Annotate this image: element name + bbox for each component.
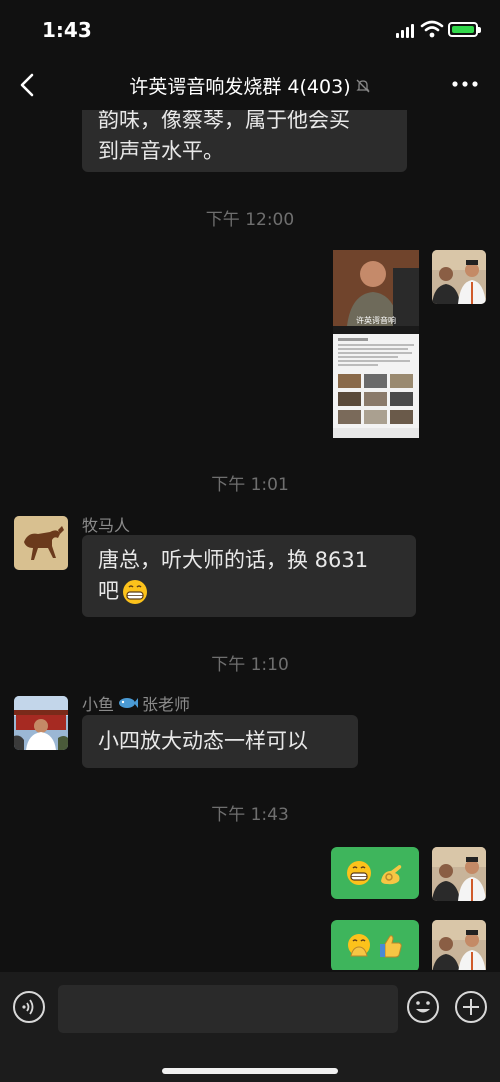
own-avatar[interactable] xyxy=(432,847,486,901)
mute-bell-icon xyxy=(356,79,370,92)
sender-avatar[interactable] xyxy=(14,516,68,570)
sender-name-part: 张老师 xyxy=(142,695,191,714)
hand-over-mouth-emoji-icon xyxy=(348,934,370,957)
own-message-bubble[interactable] xyxy=(331,920,419,970)
add-attachment-icon[interactable] xyxy=(454,990,488,1024)
own-avatar[interactable] xyxy=(432,920,486,970)
message-text-line: 韵味，像蔡琴，属于他会买 xyxy=(98,110,350,132)
message-bubble[interactable]: 唐总，听大师的话，换 8631 吧 xyxy=(82,535,416,617)
message-bubble[interactable]: 小四放大动态一样可以 xyxy=(82,715,358,768)
thumbs-up-emoji-icon xyxy=(380,935,402,958)
battery-icon xyxy=(448,22,481,37)
grinning-emoji-icon xyxy=(123,579,147,604)
status-time: 1:43 xyxy=(42,18,92,42)
chat-title: 许英谔音响发烧群 4(403) xyxy=(0,72,500,99)
image-card-label: 许英谔音响 xyxy=(356,316,396,325)
home-indicator[interactable] xyxy=(162,1068,338,1074)
sender-avatar[interactable] xyxy=(14,696,68,750)
message-input[interactable] xyxy=(58,985,398,1033)
wifi-icon xyxy=(420,20,444,38)
sender-name: 小鱼 张老师 xyxy=(82,691,190,715)
emoji-picker-icon[interactable] xyxy=(406,990,440,1024)
voice-input-icon[interactable] xyxy=(12,990,46,1024)
message-text: 小四放大动态一样可以 xyxy=(98,729,308,753)
timestamp: 下午 1:10 xyxy=(211,655,289,675)
ok-hand-emoji-icon xyxy=(381,865,402,885)
own-avatar[interactable] xyxy=(432,250,486,304)
sender-name-part: 小鱼 xyxy=(82,695,115,714)
message-text-line: 到声音水平。 xyxy=(98,139,224,163)
sender-name: 牧马人 xyxy=(82,516,131,535)
message-list[interactable]: 韵味，像蔡琴，属于他会买 到声音水平。 下午 12:00 许英谔音响 下午 1:… xyxy=(0,110,500,970)
timestamp: 下午 12:00 xyxy=(205,210,295,230)
message-text-line: 吧 xyxy=(98,579,119,603)
shared-image-card[interactable]: 许英谔音响 xyxy=(333,250,419,438)
grinning-emoji-icon xyxy=(347,861,371,885)
chat-header: 许英谔音响发烧群 4(403) xyxy=(0,60,500,110)
status-bar: 1:43 xyxy=(0,0,500,60)
timestamp: 下午 1:01 xyxy=(211,475,289,495)
shared-image-thumbnail xyxy=(333,250,419,438)
more-options-icon[interactable] xyxy=(450,72,480,96)
own-message-bubble[interactable] xyxy=(331,847,419,899)
timestamp: 下午 1:43 xyxy=(211,805,289,825)
message-input-bar xyxy=(0,972,500,1082)
cellular-signal-icon xyxy=(396,22,416,38)
message-bubble[interactable]: 韵味，像蔡琴，属于他会买 到声音水平。 xyxy=(82,110,407,172)
fish-emoji-icon xyxy=(119,698,139,708)
message-text-line: 唐总，听大师的话，换 8631 xyxy=(98,548,369,572)
chat-title-text: 许英谔音响发烧群 4(403) xyxy=(129,76,351,98)
